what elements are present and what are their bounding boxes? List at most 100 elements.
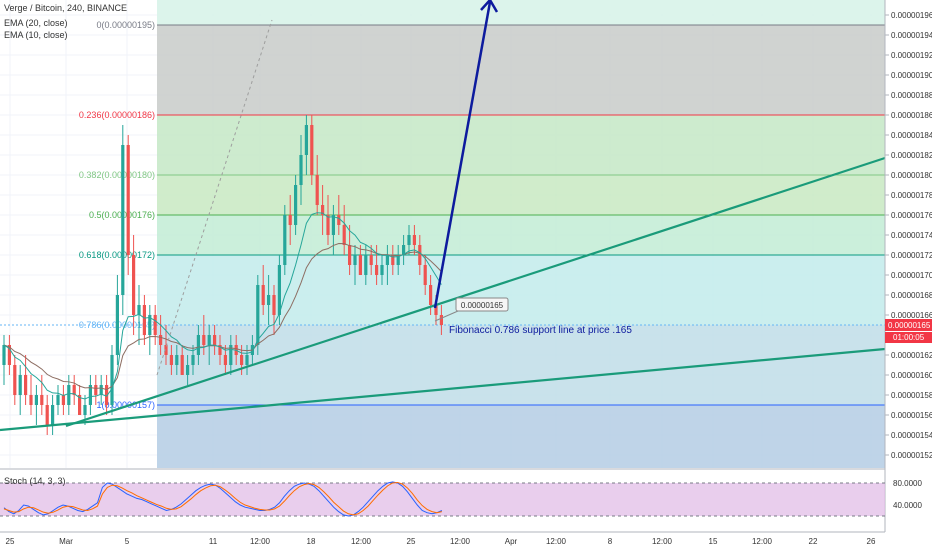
- candle-body: [56, 395, 60, 405]
- price-axis-label: 0.00000190: [891, 71, 932, 80]
- candle-body: [304, 125, 308, 155]
- fib-band: [157, 175, 885, 215]
- candle-body: [283, 215, 287, 265]
- candle-body: [288, 215, 292, 225]
- time-axis-label: 12:00: [351, 537, 372, 546]
- price-axis-label: 0.00000176: [891, 211, 932, 220]
- candle-body: [337, 215, 341, 225]
- price-callout: 0.00000165: [455, 297, 509, 312]
- time-axis-label: 18: [307, 537, 316, 546]
- countdown-value: 01:00:05: [893, 333, 925, 342]
- price-chart[interactable]: 0(0.00000195) 0.236(0.00000186) 0.382(0.00…: [0, 0, 932, 550]
- candle-body: [186, 365, 190, 375]
- candle-body: [159, 335, 163, 345]
- candle-body: [191, 355, 195, 365]
- fib-level-label: 0.236(0.00000186): [79, 110, 155, 120]
- candle-body: [61, 395, 65, 405]
- current-price-value: 0.00000165: [888, 321, 931, 330]
- candle-body: [94, 385, 98, 395]
- candle-body: [202, 335, 206, 345]
- time-axis-label: 12:00: [546, 537, 567, 546]
- candle-body: [267, 295, 271, 305]
- candle-body: [342, 225, 346, 245]
- fib-band: [157, 215, 885, 255]
- candle-body: [18, 375, 22, 395]
- price-axis-label: 0.00000196: [891, 11, 932, 20]
- candle-body: [348, 245, 352, 265]
- candle-body: [364, 255, 368, 275]
- candle-body: [153, 315, 157, 335]
- candle-body: [175, 355, 179, 365]
- candle-body: [142, 305, 146, 335]
- candle-body: [418, 245, 422, 265]
- candle-body: [213, 335, 217, 345]
- fib-band: [157, 0, 885, 25]
- candle-body: [207, 335, 211, 345]
- fib-band: [157, 115, 885, 175]
- price-axis-label: 0.00000186: [891, 111, 932, 120]
- fib-level-label: 0(0.00000195): [96, 20, 155, 30]
- callout-value: 0.00000165: [461, 301, 504, 310]
- price-axis-label: 0.00000160: [891, 371, 932, 380]
- time-axis-label: 22: [809, 537, 818, 546]
- price-axis-label: 0.00000178: [891, 191, 932, 200]
- candle-body: [115, 295, 119, 355]
- candle-body: [310, 125, 314, 175]
- candle-body: [358, 255, 362, 275]
- candle-body: [83, 405, 87, 415]
- price-axis-label: 0.00000188: [891, 91, 932, 100]
- chart-stage[interactable]: 0(0.00000195) 0.236(0.00000186) 0.382(0.00…: [0, 0, 932, 550]
- time-axis-label: 8: [608, 537, 613, 546]
- ema20-legend[interactable]: EMA (20, close): [4, 18, 68, 28]
- candle-body: [429, 285, 433, 305]
- time-axis-label: 26: [867, 537, 876, 546]
- price-axis-label: 0.00000192: [891, 51, 932, 60]
- candle-body: [121, 145, 125, 295]
- candle-body: [331, 215, 335, 235]
- price-axis-label: 0.00000182: [891, 151, 932, 160]
- candle-body: [299, 155, 303, 185]
- candle-body: [412, 235, 416, 245]
- fib-level-label: 0.618(0.00000172): [79, 250, 155, 260]
- fib-band: [157, 405, 885, 468]
- candle-body: [294, 185, 298, 225]
- candle-body: [196, 335, 200, 355]
- candle-body: [272, 295, 276, 315]
- candle-body: [99, 385, 103, 395]
- price-axis-label: 0.00000174: [891, 231, 932, 240]
- price-axis-label: 0.00000184: [891, 131, 932, 140]
- candle-body: [180, 355, 184, 375]
- time-axis-label: 12:00: [250, 537, 271, 546]
- price-axis-label: 0.00000168: [891, 291, 932, 300]
- stoch-band: [0, 483, 885, 516]
- time-axis-label: 15: [709, 537, 718, 546]
- candle-body: [261, 285, 265, 305]
- price-axis-label: 0.00000152: [891, 451, 932, 460]
- stoch-axis-label: 80.0000: [893, 479, 922, 488]
- candle-body: [137, 305, 141, 315]
- candle-body: [223, 355, 227, 365]
- time-axis-label: Mar: [59, 537, 73, 546]
- candle-body: [353, 255, 357, 265]
- candle-body: [13, 365, 17, 395]
- price-axis-label: 0.00000180: [891, 171, 932, 180]
- candle-body: [407, 235, 411, 245]
- candle-body: [380, 265, 384, 275]
- candle-body: [245, 355, 249, 365]
- time-axis-label: 11: [209, 537, 218, 546]
- stoch-legend[interactable]: Stoch (14, 3, 3): [4, 476, 66, 486]
- candle-body: [2, 345, 6, 365]
- time-axis-label: 12:00: [652, 537, 673, 546]
- price-axis-label: 0.00000162: [891, 351, 932, 360]
- time-axis-label: 25: [6, 537, 15, 546]
- fib-band: [157, 255, 885, 325]
- fib-band: [157, 325, 885, 405]
- time-axis-label: Apr: [505, 537, 518, 546]
- price-axis-label: 0.00000166: [891, 311, 932, 320]
- candle-body: [51, 405, 55, 425]
- price-axis-label: 0.00000154: [891, 431, 932, 440]
- price-axis-label: 0.00000170: [891, 271, 932, 280]
- candle-body: [67, 385, 71, 405]
- ema10-legend[interactable]: EMA (10, close): [4, 30, 68, 40]
- candle-body: [24, 375, 28, 395]
